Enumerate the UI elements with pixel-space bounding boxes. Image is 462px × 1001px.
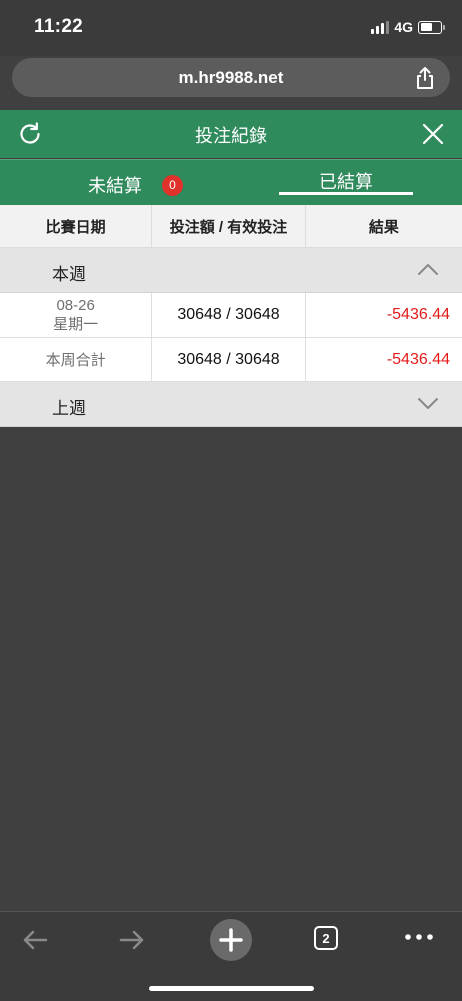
signal-icon (371, 20, 390, 34)
summary-result: -5436.44 (386, 350, 450, 368)
back-arrow-icon[interactable] (20, 925, 50, 955)
group-this-week-label: 本週 (52, 265, 86, 284)
date-cell: 08-26 星期一 (0, 293, 153, 337)
bet-amount: 30648 / 30648 (152, 293, 306, 337)
summary-amount: 30648 / 30648 (152, 338, 306, 381)
bet-result: -5436.44 (386, 306, 450, 323)
app-header: 投注紀錄 (0, 110, 462, 158)
column-header-amount: 投注額 / 有效投注 (152, 205, 306, 247)
chevron-up-icon[interactable] (417, 261, 439, 277)
new-tab-plus-icon[interactable] (209, 918, 253, 962)
url-text[interactable]: m.hr9988.net (12, 68, 450, 88)
bet-weekday: 星期一 (53, 316, 99, 333)
close-icon[interactable] (421, 122, 445, 146)
summary-row: 本周合計 30648 / 30648 -5436.44 (0, 338, 462, 382)
unsettled-count-badge: 0 (162, 174, 183, 196)
share-icon[interactable] (414, 66, 436, 90)
group-last-week[interactable]: 上週 (0, 382, 462, 427)
status-indicators: 4G (371, 19, 445, 35)
table-header: 比賽日期 投注額 / 有效投注 結果 (0, 205, 462, 248)
battery-icon (418, 20, 445, 34)
address-bar[interactable]: m.hr9988.net (12, 58, 450, 97)
network-type: 4G (394, 19, 413, 35)
status-bar: 11:22 4G (0, 0, 462, 56)
more-options-icon[interactable] (404, 929, 434, 945)
tab-unsettled[interactable]: 未結算 0 (88, 172, 183, 198)
chevron-down-icon[interactable] (417, 395, 439, 411)
home-indicator (149, 986, 314, 991)
active-tab-indicator (279, 192, 413, 195)
bet-date: 08-26 (56, 297, 95, 314)
summary-label: 本周合計 (0, 338, 153, 381)
group-last-week-label: 上週 (52, 399, 86, 418)
tab-bar: 未結算 0 已結算 (0, 159, 462, 205)
group-this-week[interactable]: 本週 (0, 248, 462, 293)
column-header-date: 比賽日期 (0, 205, 153, 247)
bet-record-table: 比賽日期 投注額 / 有效投注 結果 本週 08-26 星期一 30648 / … (0, 205, 462, 427)
status-time: 11:22 (34, 16, 84, 37)
forward-arrow-icon[interactable] (117, 925, 147, 955)
page-title: 投注紀錄 (195, 126, 267, 146)
tab-switcher-button[interactable]: 2 (314, 926, 338, 950)
table-row[interactable]: 08-26 星期一 30648 / 30648 -5436.44 (0, 293, 462, 338)
tab-settled[interactable]: 已結算 (279, 168, 413, 194)
column-header-result: 結果 (368, 218, 399, 236)
tab-unsettled-label: 未結算 (88, 176, 142, 196)
